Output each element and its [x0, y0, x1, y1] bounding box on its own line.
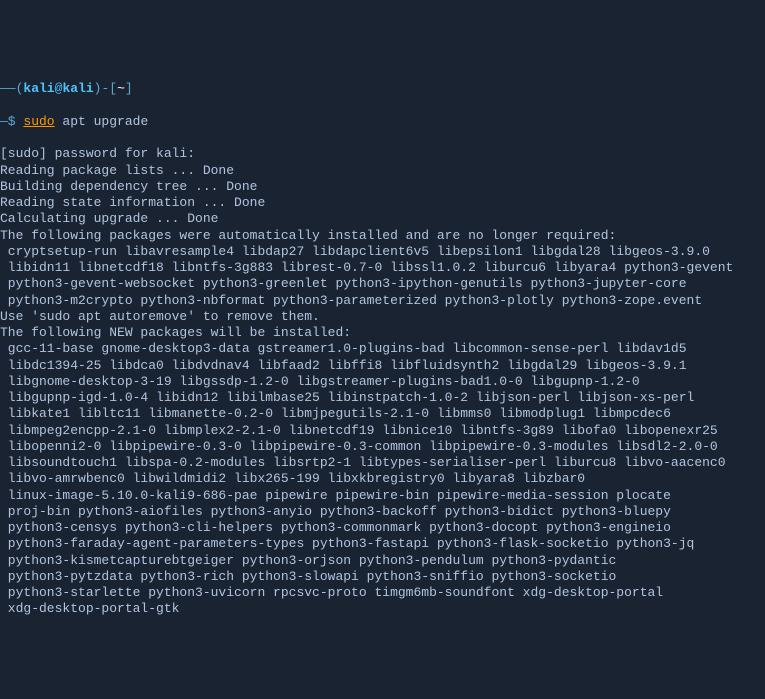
prompt-host: kali — [62, 81, 93, 96]
auto-pkg-line: libidn11 libnetcdf18 libntfs-3g883 libre… — [0, 260, 733, 275]
reading-packages: Reading package lists ... Done — [0, 163, 234, 178]
auto-pkg-line: python3-m2crypto python3-nbformat python… — [0, 293, 702, 308]
new-pkg-line: python3-faraday-agent-parameters-types p… — [0, 536, 694, 551]
sudo-command: sudo — [23, 114, 54, 129]
new-pkg-line: python3-pytzdata python3-rich python3-sl… — [0, 569, 616, 584]
prompt-dash: ——( — [0, 81, 23, 96]
calculating-upgrade: Calculating upgrade ... Done — [0, 211, 218, 226]
autoremove-hint: Use 'sudo apt autoremove' to remove them… — [0, 309, 320, 324]
auto-installed-header: The following packages were automaticall… — [0, 228, 616, 243]
new-pkg-line: python3-starlette python3-uvicorn rpcsvc… — [0, 585, 663, 600]
new-pkg-line: libgupnp-igd-1.0-4 libidn12 libilmbase25… — [0, 390, 694, 405]
new-pkg-line: python3-kismetcapturebtgeiger python3-or… — [0, 553, 616, 568]
new-pkg-line: libsoundtouch1 libspa-0.2-modules libsrt… — [0, 455, 726, 470]
new-pkg-line: libdc1394-25 libdca0 libdvdnav4 libfaad2… — [0, 358, 687, 373]
auto-pkg-line: cryptsetup-run libavresample4 libdap27 l… — [0, 244, 710, 259]
new-pkg-line: linux-image-5.10.0-kali9-686-pae pipewir… — [0, 488, 671, 503]
prompt-close: ] — [125, 81, 133, 96]
auto-pkg-line: python3-gevent-websocket python3-greenle… — [0, 276, 687, 291]
new-packages-header: The following NEW packages will be insta… — [0, 325, 351, 340]
prompt-path: ~ — [117, 81, 125, 96]
new-pkg-line: proj-bin python3-aiofiles python3-anyio … — [0, 504, 671, 519]
new-pkg-line: xdg-desktop-portal-gtk — [0, 601, 179, 616]
reading-state: Reading state information ... Done — [0, 195, 265, 210]
prompt-user: kali — [23, 81, 54, 96]
sudo-password-prompt: [sudo] password for kali: — [0, 146, 195, 161]
new-pkg-line: libvo-amrwbenc0 libwildmidi2 libx265-199… — [0, 471, 585, 486]
terminal-output: ——(kali@kali)-[~] —$ sudo apt upgrade [s… — [0, 65, 765, 618]
new-pkg-line: libopenni2-0 libpipewire-0.3-0 libpipewi… — [0, 439, 718, 454]
prompt-line-1: ——(kali@kali)-[~] — [0, 81, 765, 97]
new-pkg-line: libmpeg2encpp-2.1-0 libmplex2-2.1-0 libn… — [0, 423, 718, 438]
new-pkg-line: gcc-11-base gnome-desktop3-data gstreame… — [0, 341, 687, 356]
prompt-suffix: )-[ — [94, 81, 117, 96]
new-pkg-line: libkate1 libltc11 libmanette-0.2-0 libmj… — [0, 406, 671, 421]
command-line[interactable]: —$ sudo apt upgrade — [0, 114, 765, 130]
new-pkg-line: python3-censys python3-cli-helpers pytho… — [0, 520, 671, 535]
apt-command: apt upgrade — [55, 114, 149, 129]
building-tree: Building dependency tree ... Done — [0, 179, 257, 194]
prompt-dollar: —$ — [0, 114, 23, 129]
new-pkg-line: libgnome-desktop-3-19 libgssdp-1.2-0 lib… — [0, 374, 640, 389]
